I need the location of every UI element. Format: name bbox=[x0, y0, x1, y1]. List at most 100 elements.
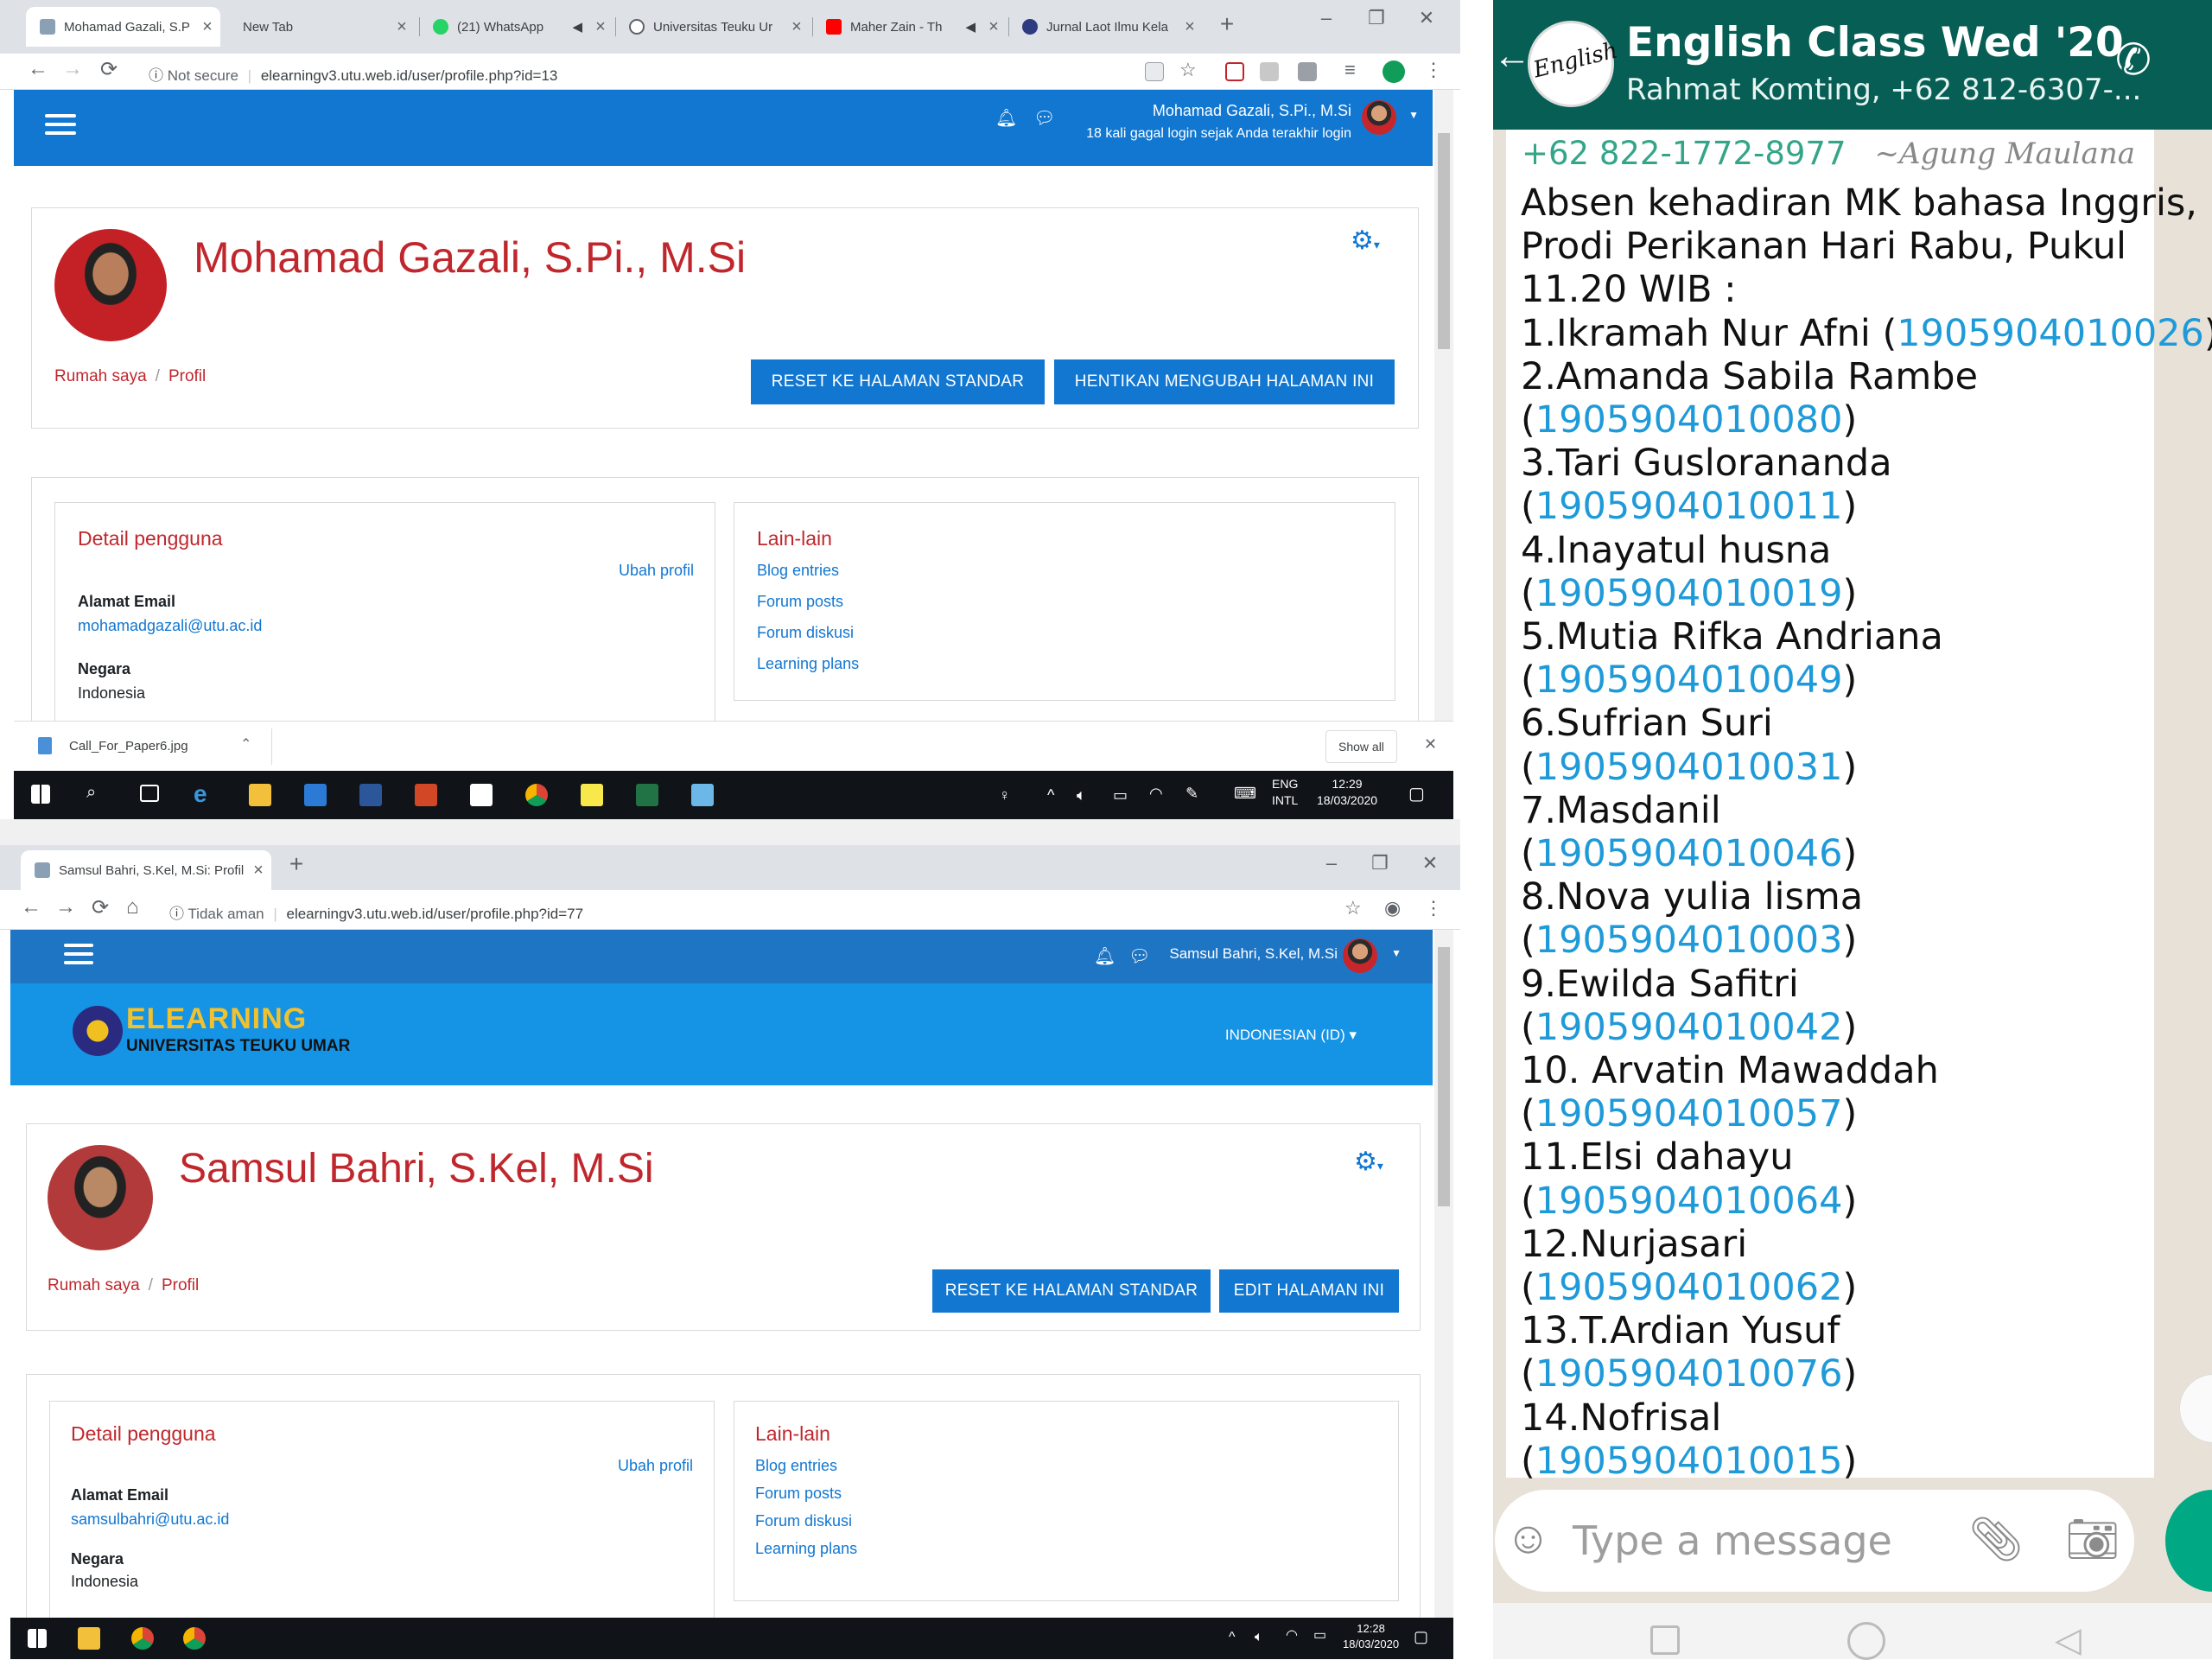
chat-icon[interactable]: 💬︎ bbox=[1033, 107, 1055, 129]
edge-icon[interactable]: e bbox=[194, 782, 216, 806]
home-icon[interactable]: ⌂ bbox=[126, 895, 139, 919]
student-id-link[interactable]: 1905904010062 bbox=[1535, 1266, 1843, 1309]
extension-icon[interactable] bbox=[1260, 62, 1279, 81]
tab-samsul-bahri[interactable]: Samsul Bahri, S.Kel, M.Si: Profil P × bbox=[21, 850, 271, 890]
sticky-notes-icon[interactable] bbox=[581, 784, 603, 806]
word-icon[interactable] bbox=[359, 784, 382, 806]
new-tab-button[interactable]: + bbox=[1205, 10, 1249, 38]
forum-posts-link[interactable]: Forum posts bbox=[755, 1485, 842, 1503]
close-icon[interactable]: × bbox=[784, 17, 810, 37]
blog-entries-link[interactable]: Blog entries bbox=[757, 562, 839, 580]
clock[interactable]: 12:28 18/03/2020 bbox=[1343, 1621, 1399, 1651]
powerpoint-icon[interactable] bbox=[415, 784, 437, 806]
scrollbar-thumb[interactable] bbox=[1438, 133, 1450, 349]
gear-icon[interactable]: ⚙▾ bbox=[1351, 226, 1380, 256]
back-icon[interactable]: ← bbox=[28, 57, 48, 81]
store-icon[interactable] bbox=[470, 784, 493, 806]
task-view-icon[interactable] bbox=[140, 785, 159, 802]
url-field[interactable]: ⓘ Tidak aman | elearningv3.utu.web.id/us… bbox=[169, 901, 583, 923]
back-icon[interactable]: ← bbox=[21, 895, 41, 919]
wifi-icon[interactable]: ◠ bbox=[1149, 783, 1163, 804]
learning-plans-link[interactable]: Learning plans bbox=[755, 1540, 857, 1558]
reset-page-button[interactable]: RESET KE HALAMAN STANDAR bbox=[932, 1269, 1211, 1313]
student-id-link[interactable]: 1905904010057 bbox=[1535, 1092, 1843, 1135]
window-close-button[interactable]: ✕ bbox=[1408, 852, 1452, 875]
volume-icon[interactable]: 🔈︎ bbox=[1255, 1628, 1263, 1647]
battery-icon[interactable]: ▭ bbox=[1113, 785, 1128, 805]
mail-icon[interactable] bbox=[304, 784, 327, 806]
forum-discussions-link[interactable]: Forum diskusi bbox=[755, 1512, 852, 1530]
file-explorer-icon[interactable] bbox=[78, 1627, 100, 1650]
restore-button[interactable]: ❐ bbox=[1358, 852, 1402, 875]
show-all-button[interactable]: Show all bbox=[1325, 730, 1397, 763]
extension-icon[interactable] bbox=[1298, 62, 1317, 81]
file-explorer-icon[interactable] bbox=[249, 784, 271, 806]
minimize-button[interactable]: – bbox=[1305, 7, 1348, 29]
student-id-link[interactable]: 1905904010046 bbox=[1535, 832, 1843, 875]
keyboard-icon[interactable]: ⌨ bbox=[1234, 783, 1256, 804]
forum-discussions-link[interactable]: Forum diskusi bbox=[757, 624, 854, 642]
wifi-icon[interactable]: ◠ bbox=[1286, 1626, 1298, 1645]
scrollbar-thumb[interactable] bbox=[1438, 947, 1450, 1206]
close-icon[interactable]: × bbox=[1177, 17, 1203, 37]
close-icon[interactable]: × bbox=[588, 17, 613, 37]
emoji-icon[interactable]: ☺ bbox=[1505, 1512, 1551, 1564]
notification-icon[interactable]: ▢ bbox=[1408, 783, 1425, 806]
breadcrumb-home[interactable]: Rumah saya bbox=[54, 367, 147, 385]
student-id-link[interactable]: 1905904010080 bbox=[1535, 398, 1843, 442]
battery-icon[interactable]: ▭ bbox=[1313, 1626, 1326, 1645]
message-input-box[interactable]: ☺ Type a message 📎︎ 📷︎ bbox=[1495, 1490, 2134, 1592]
edit-profile-link[interactable]: Ubah profil bbox=[619, 562, 694, 580]
camera-icon[interactable]: 📷︎ bbox=[2065, 1514, 2120, 1565]
photos-icon[interactable] bbox=[691, 784, 714, 806]
search-icon[interactable]: ⌕ bbox=[86, 783, 109, 805]
bell-icon[interactable]: 🔔︎ bbox=[995, 107, 1017, 129]
reading-list-icon[interactable]: ≡ bbox=[1344, 59, 1356, 81]
tab-mohamad-gazali[interactable]: Mohamad Gazali, S.P × bbox=[26, 7, 220, 47]
minimize-button[interactable]: – bbox=[1310, 852, 1353, 875]
group-members[interactable]: Rahmat Komting, +62 812-6307-... bbox=[1626, 73, 2141, 107]
student-id-link[interactable]: 1905904010049 bbox=[1535, 658, 1843, 702]
student-id-link[interactable]: 1905904010003 bbox=[1535, 919, 1843, 962]
paperclip-icon[interactable]: 📎︎ bbox=[1968, 1514, 2023, 1565]
bell-icon[interactable]: 🔔︎ bbox=[1094, 945, 1116, 967]
sender-phone[interactable]: +62 822-1772-8977 bbox=[1522, 135, 1847, 172]
close-icon[interactable]: × bbox=[245, 861, 271, 881]
windows-start-icon[interactable] bbox=[28, 1629, 47, 1648]
home-button-icon[interactable] bbox=[1847, 1622, 1885, 1660]
message-input[interactable]: Type a message bbox=[1573, 1517, 1892, 1564]
pocket-icon[interactable] bbox=[1225, 62, 1244, 81]
account-icon[interactable]: ◉ bbox=[1384, 897, 1401, 919]
chrome-icon[interactable] bbox=[131, 1627, 154, 1650]
download-item[interactable]: Call_For_Paper6.jpg bbox=[69, 739, 188, 754]
language-menu[interactable]: INDONESIAN (ID) ▾ bbox=[1225, 1027, 1357, 1044]
url-field[interactable]: ⓘ Not secure | elearningv3.utu.web.id/us… bbox=[149, 63, 557, 85]
stop-editing-button[interactable]: HENTIKAN MENGUBAH HALAMAN INI bbox=[1054, 359, 1395, 404]
tab-youtube[interactable]: Maher Zain - Th ◀ × bbox=[812, 9, 1007, 45]
user-name[interactable]: Mohamad Gazali, S.Pi., M.Si bbox=[1153, 102, 1351, 120]
chevron-down-icon[interactable]: ▼ bbox=[1391, 947, 1402, 959]
restore-button[interactable]: ❐ bbox=[1355, 7, 1398, 29]
student-id-link[interactable]: 1905904010019 bbox=[1535, 572, 1843, 615]
student-id-link[interactable]: 1905904010026 bbox=[1897, 312, 2204, 355]
breadcrumb-profile[interactable]: Profil bbox=[162, 1276, 199, 1294]
translate-icon[interactable] bbox=[1145, 62, 1164, 81]
close-icon[interactable]: × bbox=[981, 17, 1007, 37]
add-call-icon[interactable]: ✆ bbox=[2115, 35, 2152, 85]
scrollbar[interactable] bbox=[1434, 90, 1453, 721]
group-title[interactable]: English Class Wed '20 bbox=[1626, 19, 2124, 67]
email-link[interactable]: mohamadgazali@utu.ac.id bbox=[78, 617, 262, 635]
hamburger-menu-icon[interactable] bbox=[45, 109, 76, 140]
notification-icon[interactable]: ▢ bbox=[1414, 1626, 1428, 1647]
pen-icon[interactable]: ✎ bbox=[1185, 783, 1198, 804]
gear-icon[interactable]: ⚙▾ bbox=[1354, 1147, 1383, 1177]
window-close-button[interactable]: ✕ bbox=[1405, 7, 1448, 29]
input-language[interactable]: ENG INTL bbox=[1272, 776, 1298, 809]
windows-start-icon[interactable] bbox=[31, 785, 50, 804]
tab-jurnal[interactable]: Jurnal Laot Ilmu Kela × bbox=[1008, 9, 1203, 45]
chevron-up-icon[interactable]: ^ bbox=[1229, 1628, 1236, 1647]
edit-profile-link[interactable]: Ubah profil bbox=[618, 1457, 693, 1475]
star-icon[interactable]: ☆ bbox=[1179, 59, 1197, 81]
back-arrow-icon[interactable]: ← bbox=[1493, 35, 1531, 78]
student-id-link[interactable]: 1905904010064 bbox=[1535, 1180, 1843, 1223]
